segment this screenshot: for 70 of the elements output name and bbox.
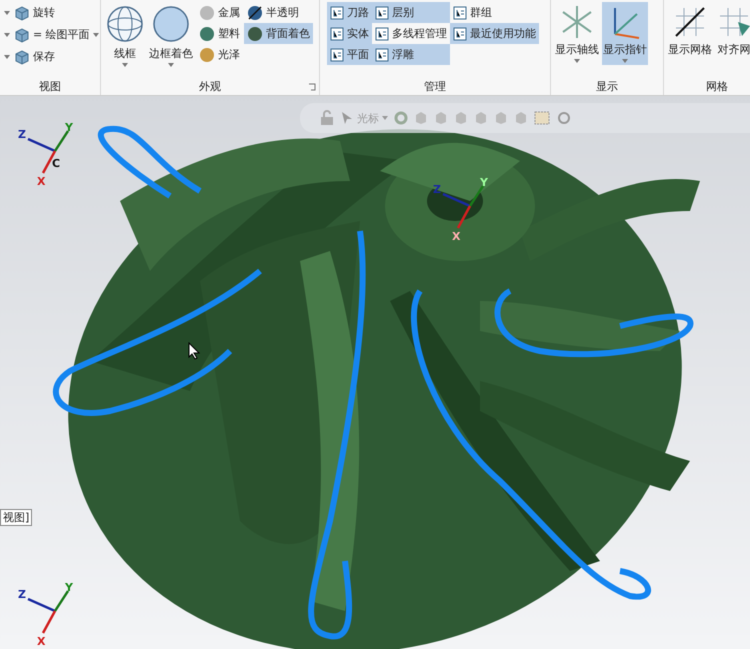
axis-label: Z: [433, 183, 441, 196]
sphere-icon: [151, 4, 191, 44]
material-button[interactable]: 光泽: [196, 44, 243, 65]
axis-label: X: [37, 635, 46, 648]
axis-label: C: [52, 157, 60, 170]
view-button[interactable]: = 绘图平面: [11, 24, 102, 45]
lock-icon[interactable]: [320, 110, 334, 126]
panel-icon: [375, 26, 389, 40]
panel-icon: [453, 6, 467, 20]
ball-icon: [199, 26, 215, 42]
axis-label: Y: [65, 121, 73, 134]
material-button[interactable]: 塑料: [196, 23, 243, 44]
view-button[interactable]: 保存: [11, 46, 58, 67]
display-button[interactable]: 显示轴线: [554, 2, 600, 65]
manager-button[interactable]: 层别: [372, 2, 450, 23]
manager-button[interactable]: 实体: [327, 23, 372, 44]
manager-button[interactable]: 刀路: [327, 2, 372, 23]
caret-icon: [622, 59, 628, 63]
caret-icon: [574, 59, 580, 63]
view-label: 视图]: [0, 509, 32, 526]
dialog-launcher-icon[interactable]: [308, 83, 316, 91]
ball-icon: [247, 26, 263, 42]
group-title: 显示: [596, 79, 618, 94]
axis-label: Z: [18, 128, 26, 141]
manager-button[interactable]: 最近使用功能: [450, 23, 539, 44]
axis-triad-drawing: [28, 590, 70, 634]
material-button[interactable]: 半透明: [244, 2, 313, 23]
panel-icon: [453, 26, 467, 40]
manager-button[interactable]: 平面: [327, 44, 372, 65]
caret-icon[interactable]: [4, 54, 10, 58]
axis-label: Z: [18, 588, 26, 601]
shading-button[interactable]: 边框着色: [148, 2, 194, 69]
axis-label: X: [452, 230, 460, 243]
panel-icon: [375, 48, 389, 62]
caret-icon[interactable]: [4, 10, 10, 14]
panel-icon: [330, 26, 344, 40]
caret-icon: [122, 63, 128, 67]
caret-icon: [92, 32, 99, 36]
manager-button[interactable]: 群组: [450, 2, 539, 23]
sphere-icon: [105, 4, 145, 44]
grid-button[interactable]: 对齐网: [715, 2, 750, 59]
mouse-cursor-icon: [188, 342, 200, 360]
axis-label: Y: [65, 581, 73, 594]
panel-icon: [375, 6, 389, 20]
ball-icon: [199, 46, 215, 62]
display-button[interactable]: 显示指针: [602, 2, 648, 65]
caret-icon: [382, 116, 388, 120]
group-title: 外观: [199, 79, 221, 94]
material-button[interactable]: 背面着色: [244, 23, 313, 44]
axis-label: Y: [480, 176, 488, 189]
caret-icon[interactable]: [4, 32, 10, 36]
select-box-icon[interactable]: [534, 111, 550, 125]
group-title: 视图: [39, 79, 61, 94]
group-title: 网格: [706, 79, 728, 94]
group-title: 管理: [424, 79, 446, 94]
arrow-cursor-icon: [340, 111, 354, 125]
axis-triad-drawing: [28, 130, 70, 174]
panel-icon: [330, 48, 344, 62]
manager-button[interactable]: 多线程管理: [372, 23, 450, 44]
panel-icon: [330, 6, 344, 20]
ball-icon: [247, 4, 263, 20]
manager-button[interactable]: 浮雕: [372, 44, 450, 65]
axis-label: X: [37, 175, 46, 188]
view-button[interactable]: 旋转: [11, 2, 58, 23]
ball-icon: [199, 4, 215, 20]
material-button[interactable]: 金属: [196, 2, 243, 23]
grid-button[interactable]: 显示网格: [667, 2, 713, 59]
caret-icon: [168, 63, 174, 67]
axis-triad-drawing: [442, 185, 484, 229]
shading-button[interactable]: 线框: [104, 2, 146, 69]
